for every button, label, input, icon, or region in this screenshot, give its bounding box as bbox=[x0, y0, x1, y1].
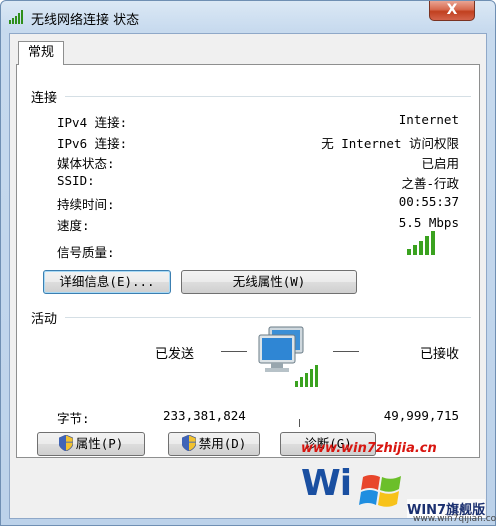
signal-quality-label: 信号质量: bbox=[57, 245, 115, 260]
details-button[interactable]: 详细信息(E)... bbox=[43, 270, 171, 294]
disable-button-label: 禁用(D) bbox=[198, 436, 247, 451]
network-computers-icon bbox=[258, 326, 318, 387]
speed-value: 5.5 Mbps bbox=[398, 215, 459, 230]
bytes-sent-value: 233,381,824 bbox=[163, 408, 246, 423]
duration-value: 00:55:37 bbox=[398, 194, 459, 209]
title-bar[interactable]: 无线网络连接 状态 X bbox=[1, 1, 495, 33]
bytes-received-value: 49,999,715 bbox=[383, 408, 459, 423]
media-state-value: 已启用 bbox=[421, 156, 459, 171]
tab-general[interactable]: 常规 bbox=[18, 41, 64, 65]
watermark-logo-text: Wi bbox=[301, 463, 352, 504]
ipv6-label: IPv6 连接: bbox=[57, 136, 128, 151]
duration-label: 持续时间: bbox=[57, 197, 115, 212]
activity-group-title: 活动 bbox=[31, 312, 58, 327]
connection-group-title: 连接 bbox=[31, 91, 58, 106]
window-title: 无线网络连接 状态 bbox=[31, 13, 140, 28]
signal-bars-icon bbox=[407, 231, 435, 255]
bytes-label: 字节: bbox=[57, 411, 90, 426]
properties-button-label: 属性(P) bbox=[75, 436, 124, 451]
activity-divider-tick bbox=[299, 419, 300, 427]
uac-shield-icon bbox=[58, 435, 73, 451]
connection-group-divider bbox=[65, 96, 471, 97]
status-dialog: 无线网络连接 状态 X 常规 连接 IPv4 连接: Internet IPv6… bbox=[0, 0, 496, 526]
received-label: 已接收 bbox=[419, 347, 459, 362]
activity-group-divider bbox=[65, 317, 471, 318]
speed-label: 速度: bbox=[57, 218, 90, 233]
windows-flag-icon bbox=[359, 475, 401, 507]
watermark: www.win7zhijia.cn Wi WIN7旗舰版 www.win7qij… bbox=[301, 441, 496, 524]
properties-button[interactable]: 属性(P) bbox=[37, 432, 145, 456]
ipv4-label: IPv4 连接: bbox=[57, 115, 128, 130]
wireless-signal-icon bbox=[9, 10, 23, 24]
watermark-small-url: www.win7qijian.com bbox=[413, 514, 496, 524]
close-button[interactable]: X bbox=[429, 1, 475, 21]
disable-button[interactable]: 禁用(D) bbox=[168, 432, 260, 456]
ipv6-value: 无 Internet 访问权限 bbox=[321, 136, 459, 151]
ipv4-value: Internet bbox=[398, 112, 459, 127]
general-tab-page: 连接 IPv4 连接: Internet IPv6 连接: 无 Internet… bbox=[16, 64, 480, 458]
ssid-label: SSID: bbox=[57, 173, 95, 188]
sent-dash bbox=[221, 351, 247, 352]
watermark-url: www.win7zhijia.cn bbox=[301, 441, 437, 456]
received-dash bbox=[333, 351, 359, 352]
uac-shield-icon bbox=[181, 435, 196, 451]
sent-label: 已发送 bbox=[155, 347, 195, 362]
ssid-value: 之善-行政 bbox=[401, 176, 459, 191]
wireless-properties-button[interactable]: 无线属性(W) bbox=[181, 270, 357, 294]
media-state-label: 媒体状态: bbox=[57, 156, 115, 171]
